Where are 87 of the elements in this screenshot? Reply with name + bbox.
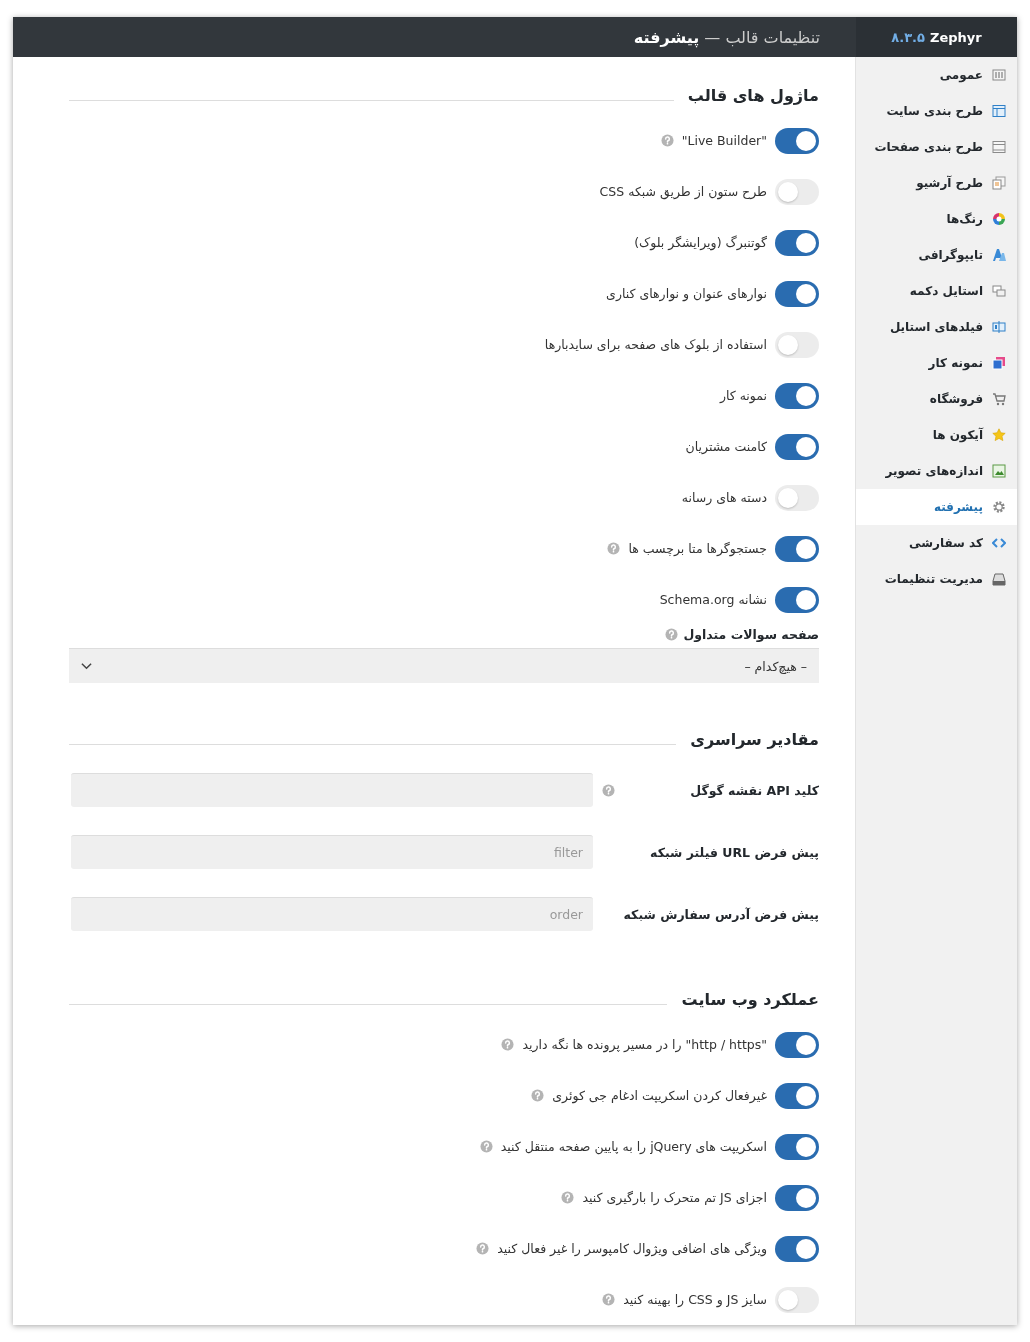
sidebar-item[interactable]: طرح بندی سایت <box>856 93 1017 129</box>
dropdown[interactable]: – هیچ‌کدام – <box>69 648 819 683</box>
sidebar-item[interactable]: فیلدهای استایل <box>856 309 1017 345</box>
help-icon[interactable] <box>607 542 621 555</box>
help-icon[interactable] <box>531 1089 545 1102</box>
brand-name: Zephyr <box>930 29 982 45</box>
setting-label: پیش فرض URL فیلتر شبکه <box>649 844 819 860</box>
sidebar-item[interactable]: تایپوگرافی <box>856 237 1017 273</box>
sidebar-item[interactable]: نمونه کار <box>856 345 1017 381</box>
color-wheel-icon <box>992 212 1006 226</box>
layout-icon <box>992 104 1006 118</box>
font-icon <box>992 248 1006 262</box>
toggle-switch[interactable] <box>775 535 819 562</box>
layout-icon <box>992 140 1006 154</box>
sidebar-item[interactable]: طرح بندی صفحات <box>856 129 1017 165</box>
stacked-squares-icon <box>992 356 1006 370</box>
toggle-switch[interactable] <box>775 433 819 460</box>
chevron-down-icon <box>81 662 92 670</box>
toggle-switch[interactable] <box>775 1031 819 1058</box>
setting-label: پیش فرض آدرس سفارش شبکه <box>623 906 819 922</box>
cart-icon <box>992 392 1006 406</box>
setting-label: "http / https" را در مسیر پرونده ها نگه دارید <box>522 1037 767 1052</box>
help-icon[interactable] <box>601 783 615 797</box>
setting-label: "Live Builder" <box>681 133 767 148</box>
toggle-switch[interactable] <box>775 484 819 511</box>
sliders-icon <box>992 68 1006 82</box>
toggle-switch[interactable] <box>775 1082 819 1109</box>
help-icon[interactable] <box>665 628 679 641</box>
toggle-switch[interactable] <box>775 1235 819 1262</box>
section-heading: مقادیر سراسری <box>690 729 819 749</box>
sidebar-item[interactable]: استایل دکمه <box>856 273 1017 309</box>
setting-label: دسته های رسانه <box>681 490 767 505</box>
setting-label: طرح ستون از طریق شبکه CSS <box>599 184 767 199</box>
toggle-switch[interactable] <box>775 1286 819 1313</box>
sidebar-item[interactable]: طرح آرشیو <box>856 165 1017 201</box>
sidebar-item[interactable]: فروشگاه <box>856 381 1017 417</box>
setting-label: استفاده از بلوک های صفحه برای سایدبارها <box>544 337 767 352</box>
text-field[interactable]: filter <box>71 835 593 869</box>
toggle-switch[interactable] <box>775 280 819 307</box>
setting-label: غیرفعال کردن اسکریپت ادغام جی کوئری <box>552 1088 767 1103</box>
windows-icon <box>992 284 1006 298</box>
sidebar-item[interactable]: پیشرفته <box>856 489 1017 525</box>
toggle-switch[interactable] <box>775 331 819 358</box>
code-icon <box>992 536 1006 550</box>
help-icon[interactable] <box>476 1242 490 1255</box>
sidebar-item[interactable]: آیکون ها <box>856 417 1017 453</box>
toggle-switch[interactable] <box>775 586 819 613</box>
setting-label: کامنت مشتریان <box>685 439 767 454</box>
toggle-switch[interactable] <box>775 178 819 205</box>
setting-label: کلید API نقشه گوگل <box>689 782 819 798</box>
help-icon[interactable] <box>501 1038 515 1051</box>
text-field[interactable] <box>71 773 593 807</box>
setting-label: نوارهای عنوان و نوارهای کناری <box>606 286 767 301</box>
setting-label: ویژگی های اضافی ویژوال کامپوسر را غیر فعال کنید <box>497 1241 767 1256</box>
toggle-switch[interactable] <box>775 127 819 154</box>
setting-label: نشانه Schema.org <box>659 592 767 607</box>
setting-label: اجزای JS تم متحرک را بارگیری کنید <box>582 1190 767 1205</box>
gear-icon <box>992 500 1006 514</box>
setting-label: نمونه کار <box>719 388 767 403</box>
help-icon[interactable] <box>660 134 674 147</box>
help-icon[interactable] <box>479 1140 493 1153</box>
setting-label: جستجوگرها متا برچسب ها <box>628 541 767 556</box>
image-icon <box>992 464 1006 478</box>
columns-icon <box>992 320 1006 334</box>
toggle-switch[interactable] <box>775 229 819 256</box>
toggle-switch[interactable] <box>775 1184 819 1211</box>
sidebar-item[interactable]: رنگ‌ها <box>856 201 1017 237</box>
documents-icon <box>992 176 1006 190</box>
toggle-switch[interactable] <box>775 382 819 409</box>
sidebar-item[interactable]: مدیریت تنظیمات <box>856 561 1017 597</box>
section-heading: ماژول های قالب <box>687 85 819 105</box>
version-number: ۸.۳.۵ <box>891 29 925 45</box>
toggle-switch[interactable] <box>775 1133 819 1160</box>
setting-label: صفحه سوالات متداول <box>683 627 819 642</box>
sidebar-item[interactable]: اندازه‌های تصویر <box>856 453 1017 489</box>
sidebar-item[interactable]: عمومی <box>856 57 1017 93</box>
page-title: تنظیمات قالب — پیشرفته <box>633 27 821 47</box>
text-field[interactable]: order <box>71 897 593 931</box>
sidebar-item[interactable]: کد سفارشی <box>856 525 1017 561</box>
drive-icon <box>992 572 1006 586</box>
setting-label: اسکریپت های jQuery را به پایین صفحه منتقل کنید <box>500 1139 767 1154</box>
help-icon[interactable] <box>561 1191 575 1204</box>
setting-label: سایز JS و CSS را بهینه کنید <box>623 1292 767 1307</box>
star-icon <box>992 428 1006 442</box>
help-icon[interactable] <box>602 1293 616 1306</box>
section-heading: عملکرد وب سایت <box>681 989 819 1009</box>
setting-label: گوتنبرگ (ویرایشگر بلوک) <box>634 235 767 250</box>
